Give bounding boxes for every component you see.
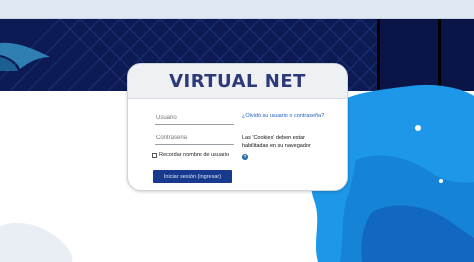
card-header: VIRTUAL NET — [128, 64, 347, 99]
username-input[interactable] — [155, 113, 234, 125]
cookies-notice: Las 'Cookies' deben estar habilitadas en… — [242, 135, 311, 149]
password-input[interactable] — [155, 133, 234, 145]
checkbox-icon[interactable] — [152, 152, 157, 158]
help-icon[interactable]: ? — [242, 154, 248, 160]
login-button[interactable]: Iniciar sesión (ingresar) — [153, 170, 232, 183]
site-title: VIRTUAL NET — [169, 70, 306, 92]
remember-username-row[interactable]: Recordar nombre de usuario — [152, 152, 229, 158]
login-card: VIRTUAL NET Recordar nombre de usuario I… — [127, 63, 348, 191]
remember-username-label: Recordar nombre de usuario — [159, 152, 230, 158]
forgot-credentials-link[interactable]: ¿Olvidó su usuario o contraseña? — [242, 113, 332, 121]
